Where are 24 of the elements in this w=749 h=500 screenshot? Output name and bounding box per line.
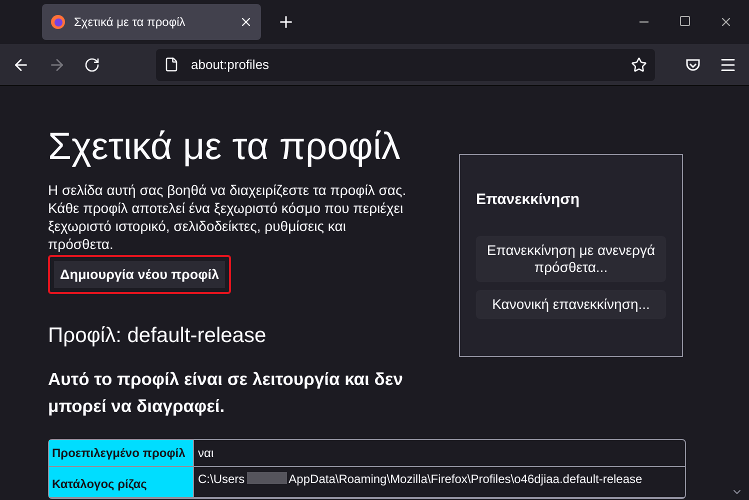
restart-button[interactable]: Κανονική επανεκκίνηση... (476, 290, 666, 319)
close-icon[interactable] (239, 15, 253, 29)
profile-status-text: Αυτό το προφίλ είναι σε λειτουργία και δεν μπορεί να διαγραφεί. (48, 368, 404, 418)
row-value: ναι (193, 440, 685, 467)
create-profile-button[interactable]: Δημιουργία νέου προφίλ (48, 255, 232, 294)
panel-title: Επανεκκίνηση (476, 191, 581, 208)
row-label: Κατάλογος ρίζας (49, 467, 193, 498)
bookmark-star-icon[interactable] (631, 56, 647, 72)
profile-heading: Προφίλ: default-release (48, 324, 266, 348)
page-title: Σχετικά με τα προφίλ (48, 126, 400, 169)
tab-title: Σχετικά με τα προφίλ (74, 15, 186, 29)
reload-icon[interactable] (84, 56, 100, 72)
intro-text: Η σελίδα αυτή σας βοηθά να διαχειρίζεστε τα προφίλ σας. Κάθε προφίλ αποτελεί ένα ξεχωριστό κόσμο που περιέχει ξεχωριστό ιστορικό, σελιδοδείκτες, ρυθμίσεις και πρόσθετα. (48, 181, 408, 253)
browser-tab[interactable]: Σχετικά με τα προφίλ (42, 4, 261, 40)
new-tab-icon[interactable] (277, 13, 295, 31)
maximize-icon[interactable] (679, 15, 691, 27)
address-bar[interactable]: about:profiles (156, 48, 655, 80)
url-text: about:profiles (191, 57, 270, 72)
close-window-icon[interactable] (719, 15, 733, 29)
row-value: C:\Users AppData\Roaming\Mozilla\Firefox\Profiles\o46djiaa.default-release (193, 467, 685, 498)
restart-button[interactable]: Επανεκκίνηση με ανενεργά πρόσθετα... (476, 236, 666, 282)
browser-logo-icon (50, 14, 66, 30)
page-icon (164, 57, 179, 72)
row-label: Προεπιλεγμένο προφίλ (49, 440, 193, 467)
